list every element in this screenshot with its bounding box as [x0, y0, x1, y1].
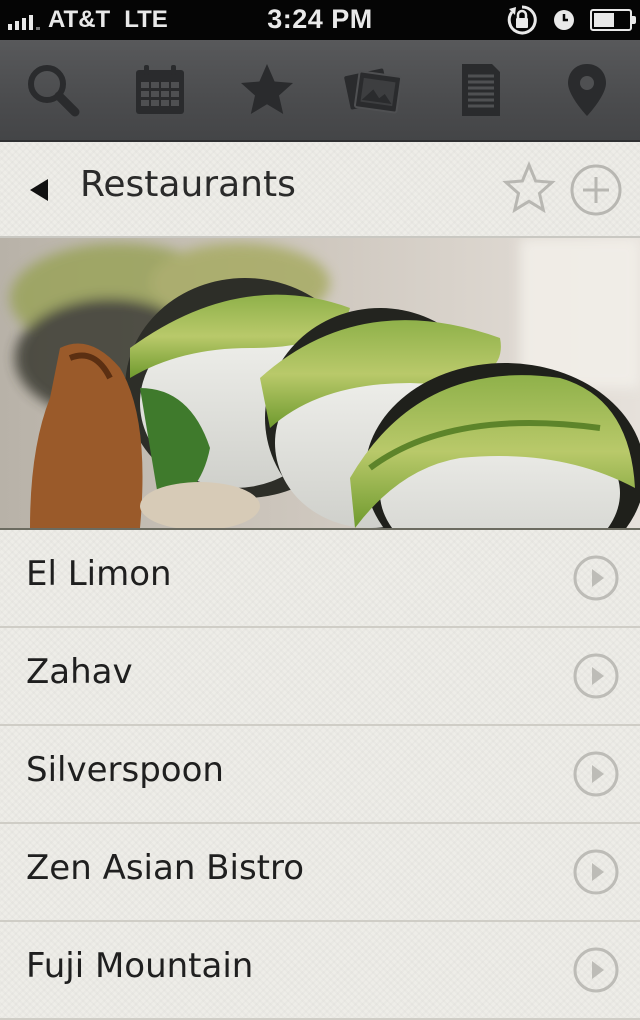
toolbar-calendar-button[interactable]	[120, 50, 200, 130]
list-item[interactable]: El Limon	[0, 530, 640, 628]
alarm-clock-icon	[554, 10, 574, 30]
restaurant-name: Zen Asian Bistro	[26, 848, 305, 888]
list-item[interactable]: Zahav	[0, 628, 640, 726]
restaurant-name: Fuji Mountain	[26, 946, 254, 986]
toolbar-photos-button[interactable]	[333, 50, 413, 130]
restaurant-name: Silverspoon	[26, 750, 224, 790]
restaurant-name: Zahav	[26, 652, 133, 692]
status-bar: AT&T LTE 3:24 PM	[0, 0, 640, 40]
disclosure-arrow-icon	[573, 555, 619, 601]
list-item[interactable]: Silverspoon	[0, 726, 640, 824]
map-pin-icon	[567, 64, 606, 116]
disclosure-arrow-icon	[573, 947, 619, 993]
toolbar-search-button[interactable]	[13, 50, 93, 130]
toolbar-map-button[interactable]	[547, 50, 627, 130]
plus-circle-icon[interactable]	[568, 162, 624, 218]
toolbar-notes-button[interactable]	[440, 50, 520, 130]
disclosure-arrow-icon	[573, 849, 619, 895]
battery-icon	[590, 9, 636, 31]
calendar-icon	[135, 65, 184, 114]
restaurant-list: El Limon Zahav Silverspoon Zen Asian Bis…	[0, 530, 640, 1020]
main-toolbar	[0, 40, 640, 142]
photos-icon	[344, 68, 403, 114]
page-title: Restaurants	[80, 164, 296, 205]
list-item[interactable]: Zen Asian Bistro	[0, 824, 640, 922]
orientation-lock-icon	[507, 5, 537, 35]
hero-image	[0, 238, 640, 530]
star-icon	[240, 64, 293, 114]
status-right	[506, 4, 636, 36]
disclosure-arrow-icon	[573, 751, 619, 797]
disclosure-arrow-icon	[573, 653, 619, 699]
restaurant-name: El Limon	[26, 554, 172, 594]
search-icon	[28, 65, 80, 117]
sushi-photo	[0, 238, 640, 528]
navigation-bar: Restaurants	[0, 142, 640, 238]
back-arrow-icon[interactable]	[22, 170, 62, 210]
list-item[interactable]: Fuji Mountain	[0, 922, 640, 1020]
toolbar-favorites-button[interactable]	[227, 50, 307, 130]
star-outline-icon[interactable]	[500, 160, 558, 218]
document-icon	[461, 64, 500, 116]
